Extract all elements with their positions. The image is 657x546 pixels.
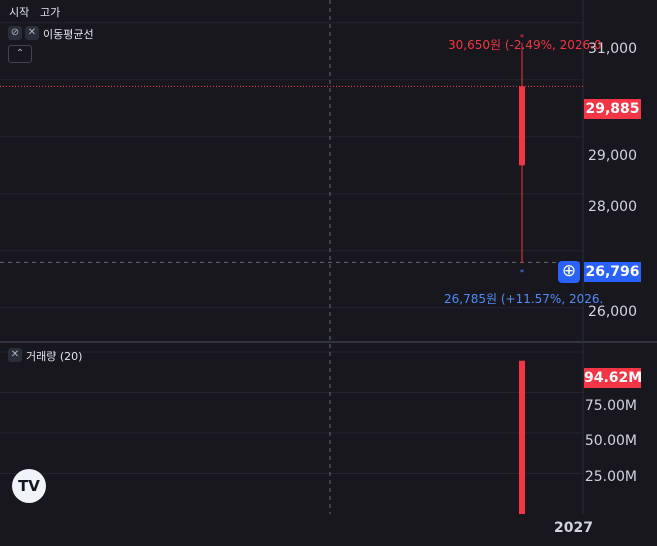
low-marker: * bbox=[520, 268, 524, 277]
high-price-annotation: 30,650원 (-2.49%, 2026.0 bbox=[448, 38, 602, 52]
eye-off-icon[interactable]: ⊘ bbox=[8, 26, 22, 40]
volume-tick-label: 75.00M bbox=[584, 398, 637, 414]
price-tick-label: 29,000 bbox=[588, 148, 637, 164]
chevron-up-icon[interactable]: ⌃ bbox=[8, 45, 32, 63]
volume-bar bbox=[519, 360, 525, 514]
open-price-label: 시작 bbox=[9, 6, 30, 19]
time-axis-label: 2027 bbox=[554, 520, 593, 536]
volume-value-badge: 94.62M bbox=[584, 368, 643, 388]
volume-tick-label: 50.00M bbox=[584, 433, 637, 449]
close-icon[interactable]: ✕ bbox=[25, 26, 39, 40]
volume-tick-label: 25.00M bbox=[584, 469, 637, 485]
candles-layer: ** bbox=[519, 33, 525, 277]
volume-indicator-title: 거래량 (20) bbox=[26, 350, 83, 363]
crosshair-price-badge: 26,796 bbox=[584, 262, 641, 282]
ma-indicator-title: 이동평균선 bbox=[43, 28, 94, 41]
close-icon[interactable]: ✕ bbox=[8, 348, 22, 362]
high-price-label: 고가 bbox=[40, 6, 61, 19]
price-tick-label: 28,000 bbox=[588, 199, 637, 215]
low-price-annotation: 26,785원 (+11.57%, 2026. bbox=[444, 292, 604, 306]
add-alert-plus-icon[interactable]: ⊕ bbox=[558, 261, 580, 283]
tradingview-logo[interactable]: TV bbox=[12, 469, 46, 503]
chart-grid bbox=[0, 22, 583, 474]
last-price-badge: 29,885 bbox=[584, 99, 641, 119]
candle-body bbox=[519, 86, 525, 166]
volume-layer bbox=[519, 360, 525, 514]
